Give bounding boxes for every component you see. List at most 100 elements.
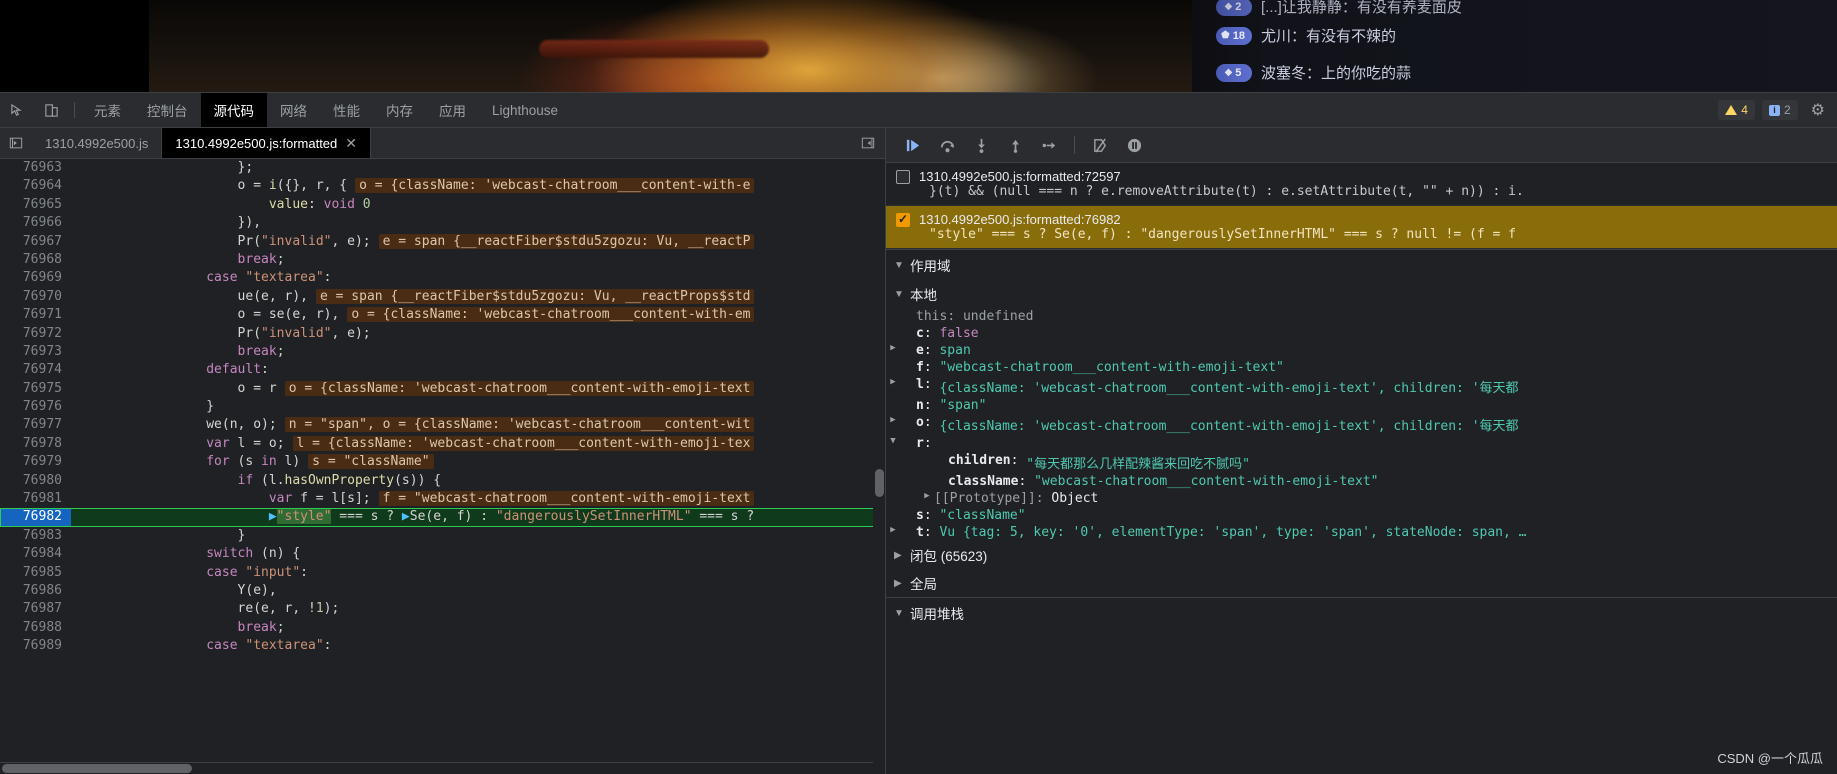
settings-gear-icon[interactable]: ⚙	[1805, 100, 1831, 120]
line-number: 76963	[0, 159, 71, 178]
line-code: Y(e),	[237, 582, 277, 598]
line-number: 76967	[0, 232, 71, 251]
scrollbar-thumb[interactable]	[875, 469, 884, 497]
tab-application[interactable]: 应用	[426, 93, 479, 127]
line-code: }),	[237, 215, 262, 231]
scrollbar-thumb[interactable]	[2, 764, 192, 773]
chevron-right-icon: ▶	[894, 549, 902, 561]
breakpoint-checkbox[interactable]	[896, 169, 910, 184]
breakpoint-location: 1310.4992e500.js:formatted:76982	[919, 212, 1121, 227]
scope-subvariable[interactable]: ▶ [[Prototype]]: Object	[886, 490, 1837, 507]
variable-name: c	[916, 326, 924, 341]
scope-variable[interactable]: c: false	[886, 325, 1837, 342]
line-code: re(e, r, !1);	[237, 601, 340, 617]
scope-variable[interactable]: f: "webcast-chatroom___content-with-emoj…	[886, 359, 1837, 376]
step-into-icon[interactable]	[966, 132, 996, 158]
scope-subvariable[interactable]: className: "webcast-chatroom___content-w…	[886, 473, 1837, 490]
line-code: case "textarea":	[206, 270, 332, 286]
chat-level-badge: ◆ 5	[1216, 63, 1252, 82]
scope-variable[interactable]: ▶ t: Vu {tag: 5, key: '0', elementType: '…	[886, 524, 1837, 541]
collapse-arrow-icon[interactable]: ▼	[886, 436, 900, 451]
line-code: var l = o; l = {className: 'webcast-chatr…	[71, 435, 755, 453]
line-number: 76981	[0, 490, 71, 509]
navigator-toggle-icon[interactable]	[0, 128, 32, 158]
scope-variable[interactable]: this: undefined	[886, 308, 1837, 325]
line-code: default:	[206, 362, 269, 378]
close-icon[interactable]: ✕	[345, 136, 357, 150]
variable-name: children	[948, 453, 1011, 468]
closure-scope-header[interactable]: ▶ 闭包 (65623)	[886, 541, 1837, 569]
inspect-element-icon[interactable]	[0, 93, 34, 127]
expand-arrow-icon[interactable]: ▶	[886, 377, 900, 396]
code-line: 76971 o = se(e, r), o = {className: 'webc…	[0, 306, 885, 325]
scope-section-header[interactable]: ▼ 作用域	[886, 249, 1837, 280]
code-line: 76973 break;	[0, 342, 885, 362]
local-scope-header[interactable]: ▼ 本地	[886, 280, 1837, 308]
tab-network[interactable]: 网络	[267, 93, 320, 127]
expand-arrow-icon[interactable]: ▶	[886, 343, 900, 358]
warning-count-badge[interactable]: 4	[1718, 100, 1755, 120]
line-number: 76975	[0, 379, 71, 399]
tab-performance[interactable]: 性能	[320, 93, 373, 127]
scope-label: 作用域	[910, 259, 951, 274]
deactivate-breakpoints-icon[interactable]	[1085, 132, 1115, 158]
code-editor[interactable]: 76963 }; 76964 o = i({}, r, {o = {classN…	[0, 159, 885, 774]
callstack-section-header[interactable]: ▼ 调用堆栈	[886, 597, 1837, 628]
chat-message: ◆ 2 [...]让我静静：有没有养麦面皮	[1216, 0, 1462, 17]
step-out-icon[interactable]	[1000, 132, 1030, 158]
devtools-window: 元素 控制台 源代码 网络 性能 内存 应用 Lighthouse 4 i 2 …	[0, 92, 1837, 774]
scope-variable-expanded[interactable]: ▼ r:	[886, 435, 1837, 452]
tab-console[interactable]: 控制台	[134, 93, 201, 127]
pause-on-exceptions-icon[interactable]	[1119, 132, 1149, 158]
editor-vertical-scrollbar[interactable]	[873, 159, 885, 761]
tab-memory[interactable]: 内存	[373, 93, 426, 127]
variable-name: className	[948, 474, 1019, 489]
breakpoint-checkbox[interactable]	[896, 212, 910, 227]
device-toolbar-icon[interactable]	[34, 93, 68, 127]
scope-variable[interactable]: s: "className"	[886, 507, 1837, 524]
global-scope-header[interactable]: ▶ 全局	[886, 569, 1837, 597]
stream-chat-panel: ◆ 2 [...]让我静静：有没有养麦面皮 ⬟ 18 尤川：有没有不辣的 ◆ 5 波塞…	[1192, 0, 1837, 92]
step-over-icon[interactable]	[932, 132, 962, 158]
tab-sources[interactable]: 源代码	[200, 93, 267, 127]
breakpoint-item-active[interactable]: 1310.4992e500.js:formatted:76982 "style"…	[886, 206, 1837, 249]
tab-elements[interactable]: 元素	[81, 93, 134, 127]
line-code: we(n, o); n = "span", o = {className: 'we…	[71, 416, 755, 434]
file-tab-original[interactable]: 1310.4992e500.js	[32, 128, 163, 158]
variable-value: span	[939, 343, 971, 358]
step-icon[interactable]	[1034, 132, 1064, 158]
line-number: 76964	[0, 177, 71, 196]
expand-arrow-icon[interactable]: ▶	[886, 525, 900, 540]
sources-pane: 1310.4992e500.js 1310.4992e500.js:format…	[0, 128, 886, 774]
resume-script-execution-icon[interactable]	[898, 132, 928, 158]
tab-lighthouse[interactable]: Lighthouse	[479, 93, 571, 127]
debugger-content: 1310.4992e500.js:formatted:72597 }(t) &&…	[886, 163, 1837, 774]
editor-horizontal-scrollbar[interactable]	[0, 762, 873, 774]
breakpoint-location: 1310.4992e500.js:formatted:72597	[919, 169, 1121, 184]
code-line: 76985 case "input":	[0, 563, 885, 582]
code-line: 76965 value: void 0	[0, 195, 885, 215]
debugger-toolbar	[886, 128, 1837, 163]
file-tab-formatted[interactable]: 1310.4992e500.js:formatted ✕	[162, 128, 372, 158]
error-count-value: 2	[1783, 103, 1791, 117]
breakpoint-item[interactable]: 1310.4992e500.js:formatted:72597 }(t) &&…	[886, 163, 1837, 206]
inline-value-chip: s = "className"	[308, 454, 434, 470]
scope-variable[interactable]: ▶ o: {className: 'webcast-chatroom___cont…	[886, 414, 1837, 435]
scope-variable[interactable]: ▶ e: span	[886, 342, 1837, 359]
code-line: 76966 }),	[0, 214, 885, 233]
scope-variable[interactable]: n: "span"	[886, 397, 1837, 414]
variable-value: Vu {tag: 5, key: '0', elementType: 'span…	[939, 525, 1527, 540]
variable-name: this	[916, 309, 948, 324]
expand-arrow	[886, 508, 900, 523]
line-number: 76969	[0, 269, 71, 288]
expand-arrow-icon[interactable]: ▶	[886, 415, 900, 434]
line-code: value: void 0	[268, 196, 371, 212]
scope-variable[interactable]: ▶ l: {className: 'webcast-chatroom___cont…	[886, 376, 1837, 397]
line-code: var f = l[s]; f = "webcast-chatroom___con…	[71, 490, 755, 508]
expand-sidebar-icon[interactable]	[851, 128, 885, 158]
scope-subvariable[interactable]: children: "每天都那么几样配辣酱来回吃不腻吗"	[886, 452, 1837, 473]
expand-arrow-icon[interactable]: ▶	[920, 491, 934, 506]
error-count-badge[interactable]: i 2	[1761, 100, 1798, 120]
variable-value: "className"	[939, 508, 1026, 523]
code-line: 76977 we(n, o); n = "span", o = {classNam…	[0, 416, 885, 435]
